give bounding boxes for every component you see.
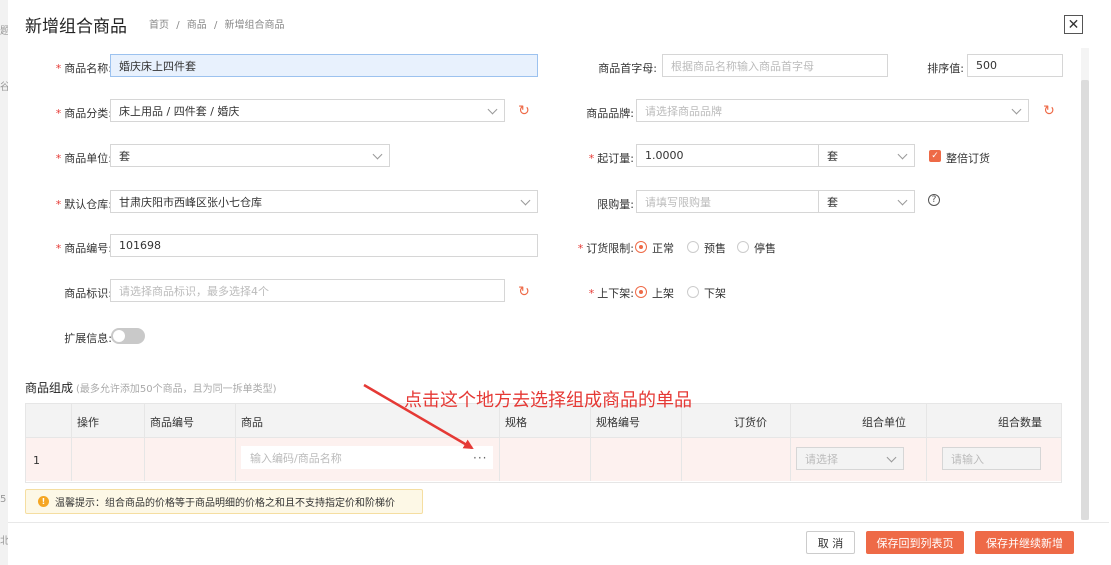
- composition-section-title: 商品组成 (最多允许添加50个商品，且为同一拆单类型): [25, 381, 277, 395]
- purchase-limit-label: 限购量:: [597, 198, 634, 211]
- product-initial-label: 商品首字母:: [598, 62, 657, 75]
- sort-value-input[interactable]: 500: [967, 54, 1063, 77]
- product-search-input[interactable]: 输入编码/商品名称: [241, 446, 493, 469]
- brand-select[interactable]: 请选择商品品牌: [636, 99, 1029, 122]
- shelf-on-radio[interactable]: [635, 286, 647, 298]
- close-button[interactable]: ✕: [1064, 15, 1083, 34]
- chevron-down-icon: [487, 104, 498, 115]
- row-index: 1: [33, 454, 40, 467]
- order-limit-stop-label: 停售: [754, 242, 776, 255]
- vertical-scrollbar[interactable]: [1081, 48, 1089, 520]
- dialog-title: 新增组合商品: [25, 17, 127, 37]
- shelf-off-radio[interactable]: [687, 286, 699, 298]
- product-code-input[interactable]: 101698: [110, 234, 538, 257]
- extra-info-toggle[interactable]: [111, 328, 145, 344]
- toggle-knob: [113, 330, 125, 342]
- th-product-code: 商品编号: [150, 416, 194, 429]
- annotation-text: 点击这个地方去选择组成商品的单品: [404, 390, 692, 411]
- order-limit-normal-radio[interactable]: [635, 241, 647, 253]
- sort-value-label: 排序值:: [927, 62, 964, 75]
- unit-label: * 商品单位:: [55, 152, 112, 165]
- tip-banner: ! 温馨提示：组合商品的价格等于商品明细的价格之和且不支持指定价和阶梯价: [25, 489, 423, 514]
- chevron-down-icon: [520, 195, 531, 206]
- save-back-button[interactable]: 保存回到列表页: [866, 531, 964, 554]
- cancel-button[interactable]: 取 消: [806, 531, 855, 554]
- brand-label: 商品品牌:: [586, 107, 634, 120]
- chevron-down-icon: [897, 149, 908, 160]
- breadcrumb-home[interactable]: 首页: [149, 20, 169, 31]
- save-continue-button[interactable]: 保存并继续新增: [975, 531, 1074, 554]
- breadcrumb-separator: /: [213, 20, 218, 31]
- order-limit-presale-label: 预售: [704, 242, 726, 255]
- order-limit-label: * 订货限制:: [577, 242, 634, 255]
- product-initial-input[interactable]: 根据商品名称输入商品首字母: [662, 54, 888, 77]
- add-combo-product-dialog: 新增组合商品 首页 / 商品 / 新增组合商品 ✕ * 商品名称: 婚庆床上四件套…: [8, 0, 1109, 565]
- min-order-input[interactable]: 1.0000: [636, 144, 819, 167]
- table-row: 1 输入编码/商品名称 ··· 请选择 请输入: [26, 438, 1061, 481]
- scrollbar-thumb[interactable]: [1081, 80, 1089, 520]
- th-combo-unit: 组合单位: [862, 416, 906, 429]
- product-name-input[interactable]: 婚庆床上四件套: [110, 54, 538, 77]
- purchase-limit-unit-select[interactable]: 套: [818, 190, 915, 213]
- th-order-price: 订货价: [734, 416, 767, 429]
- close-icon: ✕: [1067, 16, 1080, 33]
- product-tags-select[interactable]: 请选择商品标识，最多选择4个: [110, 279, 505, 302]
- chevron-down-icon: [372, 149, 383, 160]
- breadcrumb: 首页 / 商品 / 新增组合商品: [149, 16, 289, 31]
- multiple-order-label: 整倍订货: [946, 152, 990, 165]
- breadcrumb-separator: /: [176, 20, 180, 31]
- chevron-down-icon: [1011, 104, 1022, 115]
- product-name-label: * 商品名称:: [55, 62, 112, 75]
- order-limit-presale-radio[interactable]: [687, 241, 699, 253]
- chevron-down-icon: [897, 195, 908, 206]
- category-label: * 商品分类:: [55, 107, 112, 120]
- purchase-limit-input[interactable]: 请填写限购量: [636, 190, 819, 213]
- warehouse-select[interactable]: 甘肃庆阳市西峰区张小七仓库: [110, 190, 538, 213]
- tags-refresh-icon[interactable]: ↻: [517, 285, 531, 299]
- th-combo-qty: 组合数量: [998, 416, 1042, 429]
- warehouse-label: * 默认仓库:: [55, 198, 112, 211]
- select-product-more-button[interactable]: ···: [473, 451, 487, 465]
- combo-qty-input[interactable]: 请输入: [942, 447, 1041, 470]
- multiple-order-checkbox[interactable]: ✓: [929, 150, 941, 162]
- breadcrumb-current: 新增组合商品: [224, 20, 285, 31]
- shelf-status-label: * 上下架:: [588, 287, 634, 300]
- help-icon[interactable]: ?: [928, 194, 940, 206]
- dialog-header: 新增组合商品 首页 / 商品 / 新增组合商品 ✕: [8, 0, 1109, 46]
- product-tags-label: 商品标识:: [64, 287, 112, 300]
- th-spec-code: 规格编号: [596, 416, 640, 429]
- extra-info-label: 扩展信息:: [64, 332, 112, 345]
- brand-refresh-icon[interactable]: ↻: [1042, 104, 1056, 118]
- warning-icon: !: [38, 496, 49, 507]
- chevron-down-icon: [886, 452, 897, 463]
- th-operation: 操作: [77, 416, 99, 429]
- unit-select[interactable]: 套: [110, 144, 390, 167]
- category-refresh-icon[interactable]: ↻: [517, 104, 531, 118]
- shelf-on-label: 上架: [652, 287, 674, 300]
- composition-table: 操作 商品编号 商品 规格 规格编号 订货价 组合单位 组合数量 1 输入编码/…: [25, 403, 1062, 483]
- bg-fragment: 5: [0, 494, 7, 505]
- product-code-label: * 商品编号:: [55, 242, 112, 255]
- min-order-label: * 起订量:: [588, 152, 634, 165]
- background-page-edge: 题 谷 5 北: [0, 0, 10, 565]
- th-spec: 规格: [505, 416, 527, 429]
- breadcrumb-product[interactable]: 商品: [187, 20, 207, 31]
- th-product: 商品: [241, 416, 263, 429]
- order-limit-normal-label: 正常: [652, 242, 674, 255]
- composition-hint: (最多允许添加50个商品，且为同一拆单类型): [76, 384, 277, 395]
- order-limit-stop-radio[interactable]: [737, 241, 749, 253]
- shelf-off-label: 下架: [704, 287, 726, 300]
- min-order-unit-select[interactable]: 套: [818, 144, 915, 167]
- combo-unit-select[interactable]: 请选择: [796, 447, 904, 470]
- category-select[interactable]: 床上用品 / 四件套 / 婚庆: [110, 99, 505, 122]
- tip-text: 温馨提示：组合商品的价格等于商品明细的价格之和且不支持指定价和阶梯价: [55, 498, 395, 509]
